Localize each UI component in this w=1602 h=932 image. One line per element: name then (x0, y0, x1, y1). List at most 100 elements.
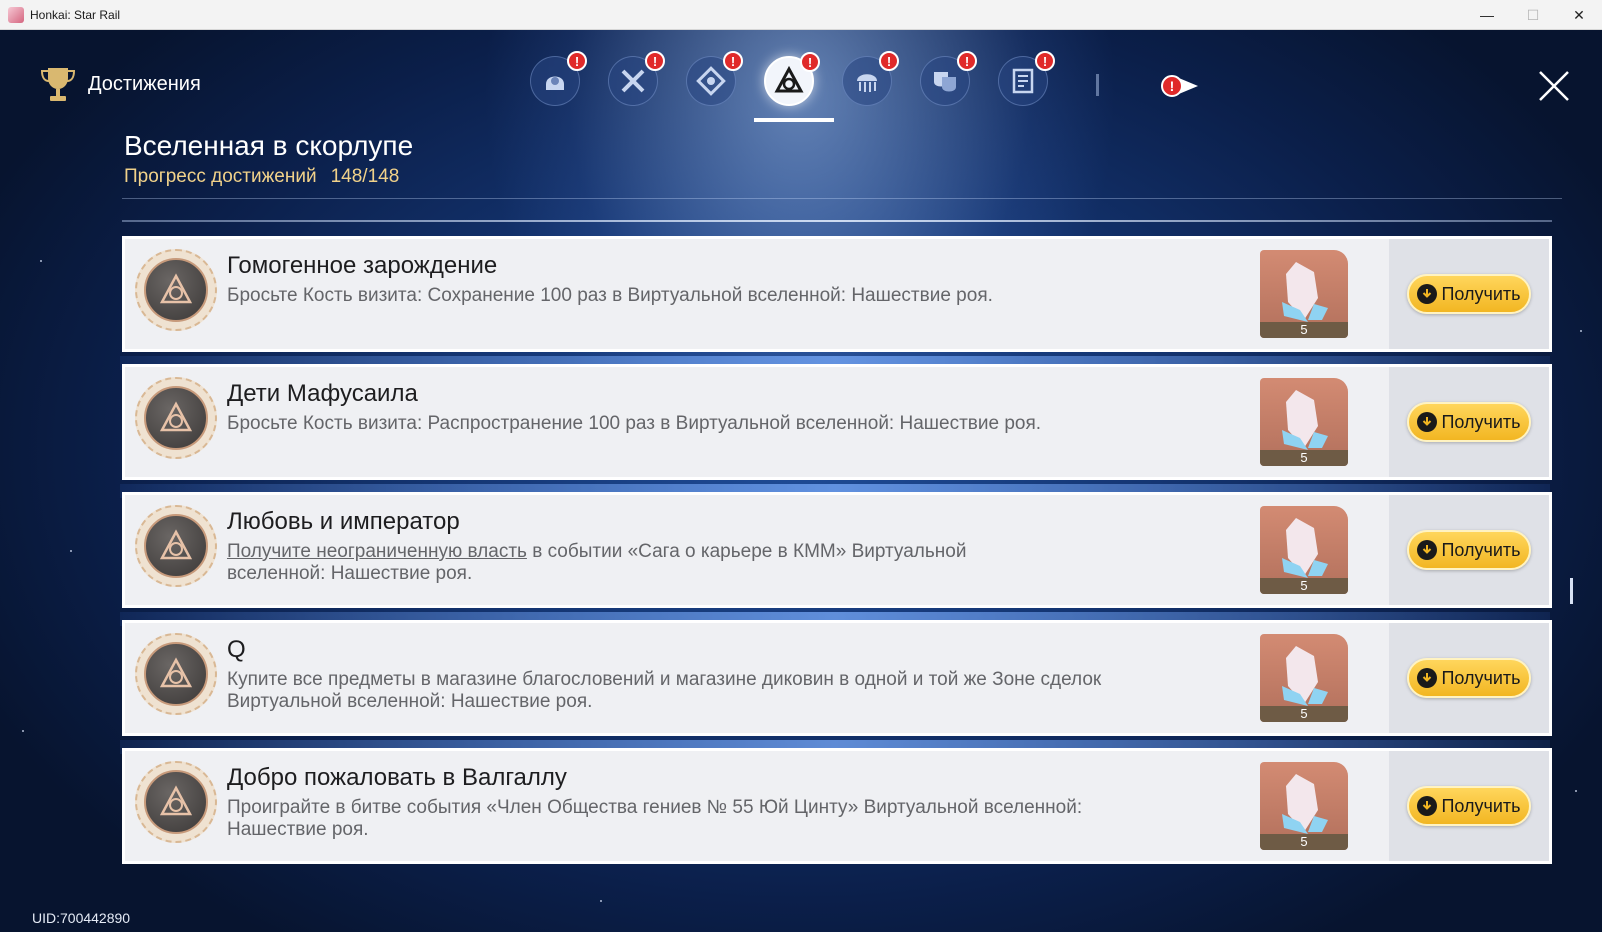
notification-badge: ! (567, 51, 587, 71)
tab-swords[interactable]: ! (608, 51, 665, 106)
reward-item[interactable]: 5 (1260, 634, 1348, 722)
claim-button[interactable]: Получить (1407, 274, 1531, 314)
reward-item[interactable]: 5 (1260, 378, 1348, 466)
star-decoration (1580, 330, 1582, 332)
tab-notebook[interactable]: ! (998, 51, 1055, 106)
achievement-name: Добро пожаловать в Валгаллу (227, 764, 567, 791)
star-decoration (1575, 790, 1577, 792)
download-icon (1417, 284, 1438, 304)
claim-zone: Получить (1389, 239, 1549, 349)
achievement-emblem (135, 377, 217, 459)
notification-badge: ! (957, 51, 977, 71)
achievement-name: Q (227, 636, 246, 663)
notification-badge: ! (1035, 51, 1055, 71)
triad-knot-icon (159, 657, 193, 688)
game-viewport: Достижения ! ! ! ! ! ! ! ! Вселенная в с… (0, 30, 1602, 932)
crystal-icon (1282, 646, 1328, 706)
crossed-swords-icon (621, 69, 645, 93)
star-decoration (22, 730, 24, 732)
claim-label: Получить (1441, 667, 1521, 688)
window-controls: — ☐ ✕ (1464, 0, 1602, 30)
claim-label: Получить (1441, 539, 1521, 560)
window-title: Honkai: Star Rail (30, 7, 121, 22)
list-top-divider (122, 220, 1552, 222)
progress-value: 148/148 (330, 166, 400, 187)
claim-button[interactable]: Получить (1407, 786, 1531, 826)
crystal-icon (1282, 774, 1328, 834)
header-rule (122, 198, 1562, 199)
reward-count: 5 (1260, 834, 1348, 850)
achievement-card: Дети Мафусаила Бросьте Кость визита: Рас… (122, 364, 1552, 480)
header-title: Достижения (88, 72, 201, 95)
triad-knot-icon (159, 273, 193, 304)
achievement-emblem (135, 761, 217, 843)
triad-knot-icon (159, 785, 193, 816)
claim-label: Получить (1441, 411, 1521, 432)
star-decoration (70, 550, 72, 552)
claim-button[interactable]: Получить (1407, 658, 1531, 698)
star-emblem-icon (696, 66, 726, 96)
reward-item[interactable]: 5 (1260, 506, 1348, 594)
triad-knot-icon (774, 65, 804, 93)
reward-count: 5 (1260, 706, 1348, 722)
list-scrollbar[interactable] (1570, 578, 1573, 604)
tab-helmet[interactable]: ! (530, 51, 587, 106)
achievements-header: Достижения (38, 64, 201, 104)
star-decoration (600, 900, 602, 902)
achievement-card: Гомогенное зарождение Бросьте Кость визи… (122, 236, 1552, 352)
achievement-description: Получите неограниченную власть в событии… (227, 541, 967, 584)
section-title: Вселенная в скорлупе (124, 130, 414, 161)
download-icon (1417, 796, 1438, 816)
achievement-description: Проиграйте в битве события «Член Обществ… (227, 797, 1083, 840)
reward-count: 5 (1260, 578, 1348, 594)
achievement-emblem (135, 249, 217, 331)
crystal-icon (1282, 390, 1328, 450)
more-tabs-arrow-icon[interactable]: ! (1160, 74, 1200, 98)
download-icon (1417, 540, 1438, 560)
claim-button[interactable]: Получить (1407, 402, 1531, 442)
achievement-emblem (135, 505, 217, 587)
notification-badge: ! (800, 52, 820, 72)
triad-knot-icon (159, 401, 193, 432)
notification-badge: ! (879, 51, 899, 71)
reward-item[interactable]: 5 (1260, 250, 1348, 338)
download-icon (1417, 668, 1438, 688)
claim-zone: Получить (1389, 367, 1549, 477)
achievement-progress: Прогресс достижений 148/148 (124, 166, 399, 188)
crystal-icon (1282, 262, 1328, 322)
maximize-button[interactable]: ☐ (1510, 0, 1556, 30)
achievement-card: Добро пожаловать в Валгаллу Проиграйте в… (122, 748, 1552, 864)
window-close-button[interactable]: ✕ (1556, 0, 1602, 30)
theater-masks-icon (934, 72, 956, 92)
triad-knot-icon (159, 529, 193, 560)
tab-masks[interactable]: ! (920, 51, 977, 106)
crystal-icon (1282, 518, 1328, 578)
tab-star-emblem[interactable]: ! (686, 51, 743, 106)
close-achievements-button[interactable] (1536, 68, 1572, 104)
notification-badge: ! (645, 51, 665, 71)
claim-button[interactable]: Получить (1407, 530, 1531, 570)
achievement-emblem (135, 633, 217, 715)
achievement-card: Q Купите все предметы в магазине благосл… (122, 620, 1552, 736)
claim-zone: Получить (1389, 623, 1549, 733)
star-decoration (40, 260, 42, 262)
reward-count: 5 (1260, 322, 1348, 338)
notification-badge: ! (723, 51, 743, 71)
window-titlebar: Honkai: Star Rail — ☐ ✕ (0, 0, 1602, 30)
minimize-button[interactable]: — (1464, 0, 1510, 30)
achievement-name: Любовь и император (227, 508, 460, 535)
trophy-icon (40, 68, 76, 101)
claim-zone: Получить (1389, 495, 1549, 605)
reward-item[interactable]: 5 (1260, 762, 1348, 850)
progress-label: Прогресс достижений (124, 166, 317, 187)
claim-label: Получить (1441, 283, 1521, 304)
tab-jellyfish[interactable]: ! (842, 51, 899, 106)
jellyfish-icon (857, 74, 877, 92)
notebook-icon (1012, 68, 1034, 94)
achievement-name: Гомогенное зарождение (227, 252, 498, 279)
achievement-description: Бросьте Кость визита: Сохранение 100 раз… (227, 285, 993, 306)
achievement-description-link[interactable]: Получите неограниченную власть (227, 541, 527, 562)
helmet-icon (546, 76, 564, 90)
download-icon (1417, 412, 1438, 432)
tab-triad-knot[interactable]: ! (764, 52, 820, 106)
